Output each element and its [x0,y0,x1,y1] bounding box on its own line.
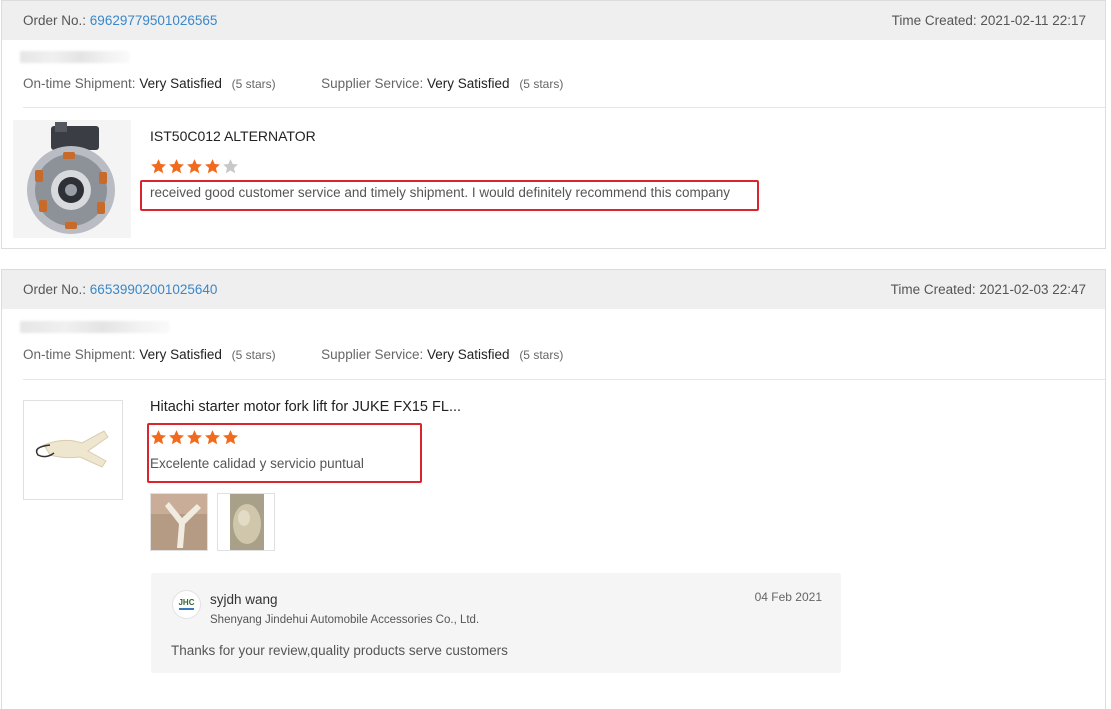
service-value: Very Satisfied [427,76,510,91]
highlight-box [147,423,422,483]
star-icon [151,159,166,174]
product-image-alternator[interactable] [13,120,131,238]
order-header: Order No.: 69629779501026565 Time Create… [2,1,1105,40]
supplier-reply: JHC syjdh wang Shenyang Jindehui Automob… [151,573,841,673]
time-created: Time Created: 2021-02-03 22:47 [891,282,1086,297]
order-card-2: Order No.: 66539902001025640 Time Create… [1,269,1106,709]
supplier-ratings: On-time Shipment: Very Satisfied (5 star… [23,347,563,362]
supplier-ratings: On-time Shipment: Very Satisfied (5 star… [23,76,563,91]
shipment-stars: (5 stars) [231,348,276,362]
shipment-stars: (5 stars) [231,77,276,91]
product-rating [150,158,239,175]
shipment-label: On-time Shipment: [23,76,136,91]
reply-author-name: syjdh wang [210,592,278,607]
blurred-buyer-name [20,321,170,333]
shipment-label: On-time Shipment: [23,347,136,362]
time-label: Time Created: [890,282,976,297]
star-icon [223,159,238,174]
order-number-link[interactable]: 66539902001025640 [90,282,218,297]
order-header: Order No.: 66539902001025640 Time Create… [2,270,1105,309]
service-value: Very Satisfied [427,347,510,362]
star-icon [205,159,220,174]
product-title[interactable]: Hitachi starter motor fork lift for JUKE… [150,399,461,415]
time-value: 2021-02-03 22:47 [979,282,1086,297]
supplier-logo-icon: JHC [172,590,201,619]
order-card-1: Order No.: 69629779501026565 Time Create… [1,0,1106,249]
reply-date: 04 Feb 2021 [754,590,822,604]
svg-text:JHC: JHC [178,598,194,607]
star-icon [169,159,184,174]
reply-company: Shenyang Jindehui Automobile Accessories… [210,614,480,626]
highlight-box [140,180,759,211]
time-value: 2021-02-11 22:17 [980,13,1086,28]
product-title[interactable]: IST50C012 ALTERNATOR [150,128,316,144]
time-created: Time Created: 2021-02-11 22:17 [892,13,1086,28]
reply-text: Thanks for your review,quality products … [171,643,508,658]
star-icon [187,159,202,174]
divider [23,107,1105,108]
shipment-value: Very Satisfied [139,347,222,362]
review-photo-2[interactable] [217,493,275,551]
order-number-row: Order No.: 66539902001025640 [23,282,217,297]
service-label: Supplier Service: [321,347,424,362]
order-number-row: Order No.: 69629779501026565 [23,13,217,28]
review-photo-1[interactable] [150,493,208,551]
order-number-link[interactable]: 69629779501026565 [90,13,218,28]
order-label: Order No.: [23,13,87,28]
service-label: Supplier Service: [321,76,424,91]
product-image-fork[interactable] [23,400,123,500]
shipment-value: Very Satisfied [139,76,222,91]
service-stars: (5 stars) [519,77,564,91]
service-stars: (5 stars) [519,348,564,362]
blurred-buyer-name [20,51,130,63]
divider [23,379,1105,380]
time-label: Time Created: [891,13,977,28]
order-label: Order No.: [23,282,87,297]
